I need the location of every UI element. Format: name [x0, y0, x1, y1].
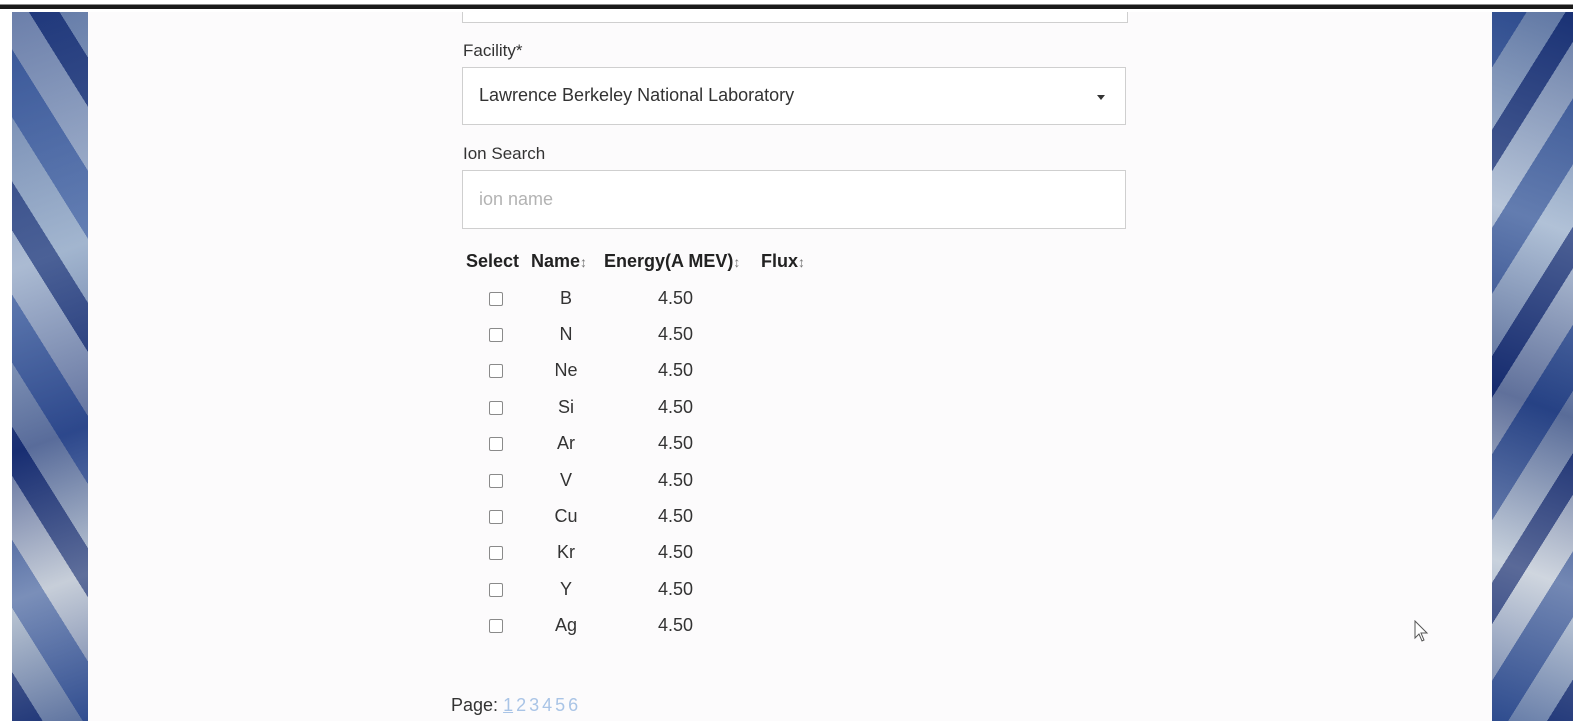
facility-selected-value: Lawrence Berkeley National Laboratory	[479, 85, 795, 105]
column-header-select: Select	[466, 251, 519, 272]
table-row: Cu 4.50	[462, 506, 862, 542]
select-checkbox[interactable]	[489, 437, 503, 451]
ion-name-cell: B	[559, 288, 572, 308]
header-flux-label: Flux	[761, 251, 799, 271]
select-checkbox[interactable]	[489, 292, 503, 306]
select-checkbox[interactable]	[489, 510, 503, 524]
page-link-5[interactable]: 5	[555, 695, 565, 715]
ion-energy-cell: 4.50	[658, 542, 694, 562]
previous-field-bottom[interactable]	[462, 12, 1128, 23]
ion-name-cell: Cu	[554, 506, 578, 526]
column-header-name[interactable]: Name↕	[531, 251, 587, 272]
ion-energy-cell: 4.50	[658, 324, 694, 344]
select-checkbox[interactable]	[489, 583, 503, 597]
ion-energy-cell: 4.50	[658, 470, 694, 490]
page-link-1[interactable]: 1	[503, 695, 513, 715]
ion-energy-cell: 4.50	[658, 433, 694, 453]
table-row: Ag 4.50	[462, 615, 862, 651]
ion-energy-cell: 4.50	[658, 397, 694, 417]
ion-name-cell: Ne	[554, 360, 578, 380]
table-row: V 4.50	[462, 470, 862, 506]
page-link-6[interactable]: 6	[568, 695, 578, 715]
header-name-label: Name	[531, 251, 581, 271]
ion-name-cell: V	[559, 470, 572, 490]
table-row: B 4.50	[462, 288, 862, 324]
column-header-energy[interactable]: Energy(A MEV)↕	[604, 251, 740, 272]
page-link-4[interactable]: 4	[542, 695, 552, 715]
table-row: Ar 4.50	[462, 433, 862, 469]
pagination-label: Page:	[451, 695, 499, 715]
select-checkbox[interactable]	[489, 364, 503, 378]
ion-name-cell: Ar	[557, 433, 575, 453]
table-row: N 4.50	[462, 324, 862, 360]
column-header-flux[interactable]: Flux↕	[761, 251, 805, 272]
ion-energy-cell: 4.50	[658, 288, 694, 308]
select-checkbox[interactable]	[489, 546, 503, 560]
ion-energy-cell: 4.50	[658, 506, 694, 526]
select-checkbox[interactable]	[489, 619, 503, 633]
table-row: Ne 4.50	[462, 360, 862, 396]
table-row: Kr 4.50	[462, 542, 862, 578]
sort-icon: ↕	[580, 254, 588, 270]
sort-icon: ↕	[798, 254, 806, 270]
ion-name-cell: Y	[559, 579, 572, 599]
ion-energy-cell: 4.50	[658, 360, 694, 380]
sort-icon: ↕	[733, 254, 741, 270]
caret-down-icon	[1097, 95, 1105, 100]
facility-label: Facility*	[463, 41, 523, 60]
ion-name-cell: Ag	[554, 615, 578, 635]
window-top-border	[0, 0, 1573, 9]
ion-name-cell: Si	[557, 397, 574, 417]
ion-search-label: Ion Search	[463, 144, 546, 163]
facility-select[interactable]: Lawrence Berkeley National Laboratory	[462, 67, 1126, 125]
table-row: Y 4.50	[462, 579, 862, 615]
background-image-left	[12, 12, 88, 721]
select-checkbox[interactable]	[489, 328, 503, 342]
background-image-right	[1492, 12, 1573, 721]
ion-energy-cell: 4.50	[658, 615, 694, 635]
pagination: Page: 123456	[451, 695, 581, 716]
page-link-2[interactable]: 2	[516, 695, 526, 715]
header-energy-label: Energy(A MEV)	[604, 251, 734, 271]
table-row: Si 4.50	[462, 397, 862, 433]
page-link-3[interactable]: 3	[529, 695, 539, 715]
ion-name-cell: N	[559, 324, 573, 344]
header-select-label: Select	[466, 251, 520, 271]
mouse-pointer-icon	[1414, 620, 1429, 642]
ion-name-cell: Kr	[557, 542, 575, 562]
ion-energy-cell: 4.50	[658, 579, 694, 599]
ion-search-input[interactable]	[462, 170, 1126, 229]
select-checkbox[interactable]	[489, 474, 503, 488]
select-checkbox[interactable]	[489, 401, 503, 415]
